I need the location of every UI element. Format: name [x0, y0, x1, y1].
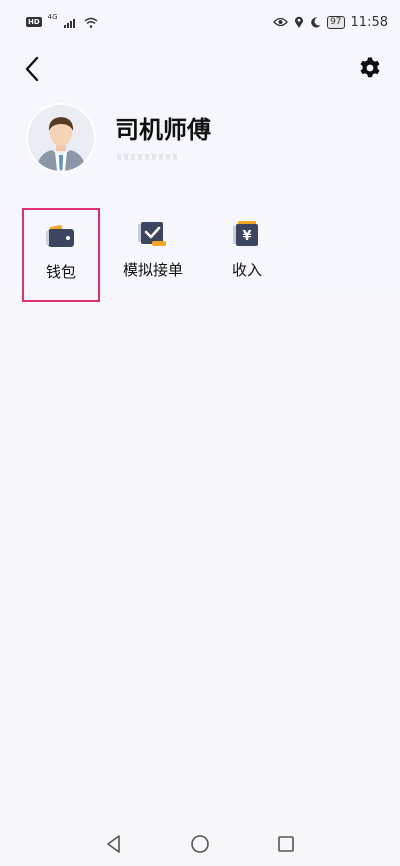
home-circle-icon[interactable] — [189, 833, 211, 855]
income-icon: ¥ — [233, 221, 258, 246]
blurred-subtext — [117, 154, 179, 160]
chevron-left-icon[interactable] — [20, 54, 46, 84]
status-left: HD 4G — [26, 13, 98, 28]
battery-indicator: 97 — [327, 15, 345, 29]
hd-badge: HD — [26, 17, 42, 27]
signal-icon — [63, 18, 75, 28]
wallet-icon — [46, 225, 74, 247]
system-nav-bar — [0, 822, 400, 866]
header — [0, 44, 400, 94]
moon-icon — [311, 16, 321, 27]
network-type: 4G — [47, 13, 58, 21]
menu-item-income[interactable]: ¥ 收入 — [208, 208, 286, 302]
gear-icon[interactable] — [358, 56, 382, 80]
driver-avatar-icon — [28, 105, 94, 171]
menu-item-wallet[interactable]: 钱包 — [22, 208, 100, 302]
menu-label-simulate-order: 模拟接单 — [122, 261, 183, 279]
clock: 11:58 — [350, 14, 388, 30]
eye-icon — [273, 17, 288, 27]
status-bar: HD 4G 97 11:58 — [0, 0, 400, 44]
wifi-icon — [84, 17, 98, 28]
menu-row: 钱包 模拟接单 ¥ 收入 — [0, 208, 400, 304]
content-area — [0, 304, 400, 824]
location-icon — [295, 16, 304, 28]
menu-label-wallet: 钱包 — [45, 263, 76, 281]
driver-name: 司机师傅 — [115, 116, 211, 144]
svg-text:¥: ¥ — [242, 229, 251, 244]
menu-label-income: 收入 — [231, 261, 262, 279]
recents-square-icon[interactable] — [275, 833, 297, 855]
status-right: 97 11:58 — [273, 15, 388, 30]
menu-item-simulate-order[interactable]: 模拟接单 — [114, 208, 192, 302]
back-triangle-icon[interactable] — [103, 833, 125, 855]
simulate-order-icon — [138, 222, 166, 246]
avatar[interactable] — [26, 103, 96, 173]
